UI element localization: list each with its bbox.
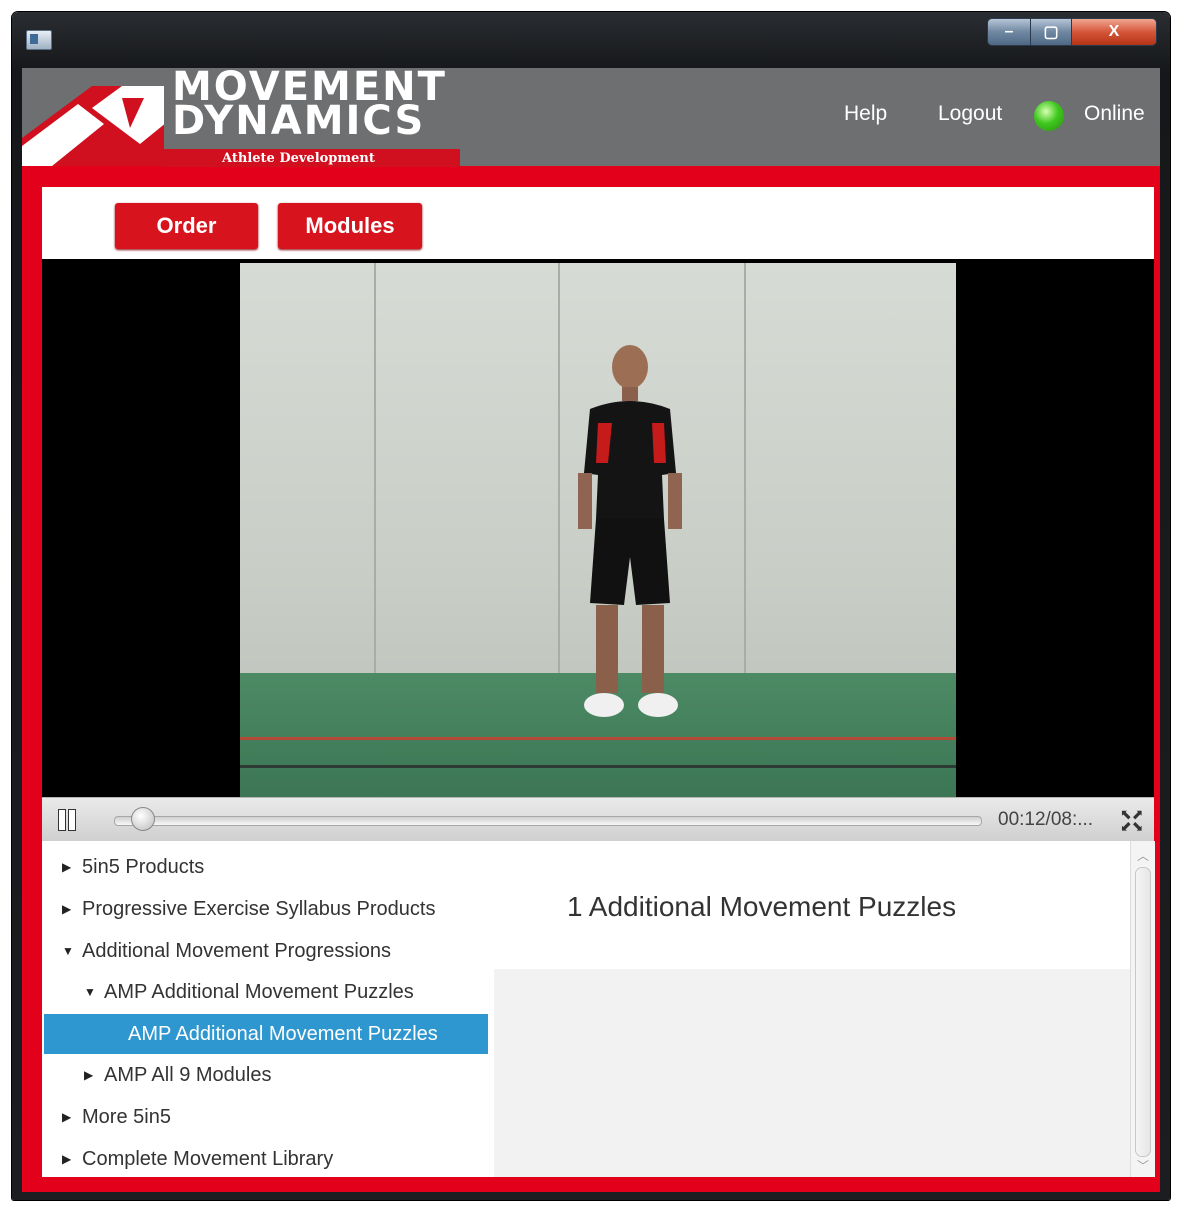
logout-link[interactable]: Logout: [938, 102, 1002, 126]
expand-arrow-icon[interactable]: ▶: [62, 902, 82, 916]
tree-item-5in5-products[interactable]: ▶ 5in5 Products: [62, 847, 204, 887]
maximize-icon: ▢: [1043, 24, 1059, 41]
tree-item-more-5in5[interactable]: ▶ More 5in5: [62, 1097, 171, 1137]
collapse-arrow-icon[interactable]: ▼: [62, 944, 82, 958]
help-link[interactable]: Help: [844, 102, 887, 126]
detail-body: [494, 969, 1130, 1177]
minimize-icon: –: [1004, 23, 1014, 40]
vertical-scrollbar[interactable]: ︿ ﹀: [1130, 841, 1155, 1177]
tree-item-amp-additional-movement-puzzles-selected[interactable]: AMP Additional Movement Puzzles: [44, 1014, 488, 1054]
app-header: MOVEMENT DYNAMICS Athlete Development He…: [22, 64, 1160, 167]
wall-panel-line: [374, 263, 376, 673]
module-tree: ▶ 5in5 Products ▶ Progressive Exercise S…: [42, 841, 494, 1177]
collapse-arrow-icon[interactable]: ▼: [84, 985, 104, 999]
tree-item-amp-additional-movement-puzzles-folder[interactable]: ▼ AMP Additional Movement Puzzles: [84, 972, 414, 1012]
seek-bar[interactable]: [114, 816, 982, 826]
tree-item-amp-all-9-modules[interactable]: ▶ AMP All 9 Modules: [84, 1055, 272, 1095]
scroll-down-icon[interactable]: ﹀: [1131, 1157, 1155, 1174]
online-status-label: Online: [1084, 102, 1145, 125]
order-button[interactable]: Order: [115, 203, 258, 249]
scrollbar-thumb[interactable]: [1135, 867, 1151, 1157]
expand-arrow-icon[interactable]: ▶: [62, 1110, 82, 1124]
pause-button[interactable]: [58, 809, 78, 831]
close-button[interactable]: X: [1071, 18, 1157, 46]
floor-line: [240, 765, 956, 768]
title-bar[interactable]: – ▢ X: [12, 12, 1170, 68]
app-icon: [26, 30, 52, 50]
expand-arrow-icon[interactable]: ▶: [62, 860, 82, 874]
expand-arrow-icon[interactable]: ▶: [84, 1068, 104, 1082]
app-window: – ▢ X MOVEMENT DYNAMICS Athlete Developm…: [12, 12, 1170, 1200]
main-content: Order Modules 00:12/08:... ⬉⬈ ⬋⬊ ▶ 5in5 …: [42, 187, 1155, 1177]
player-controls: 00:12/08:... ⬉⬈ ⬋⬊: [42, 797, 1154, 842]
expand-arrow-icon[interactable]: ▶: [62, 1152, 82, 1166]
logo-tagline: Athlete Development: [222, 151, 375, 166]
seek-handle[interactable]: [131, 807, 156, 831]
logo-text-dynamics: DYNAMICS: [172, 98, 426, 144]
time-readout: 00:12/08:...: [998, 809, 1094, 830]
fullscreen-icon[interactable]: ⬉⬈ ⬋⬊: [1120, 807, 1148, 834]
detail-header: 1 Additional Movement Puzzles: [494, 841, 1130, 969]
logo-mark-icon: [22, 86, 172, 166]
modules-button[interactable]: Modules: [278, 203, 422, 249]
wall-panel-line: [744, 263, 746, 673]
client-area: MOVEMENT DYNAMICS Athlete Development He…: [22, 64, 1160, 1192]
pause-icon: [68, 809, 76, 831]
detail-panel: 1 Additional Movement Puzzles: [494, 841, 1130, 1177]
tree-item-progressive-exercise-syllabus-products[interactable]: ▶ Progressive Exercise Syllabus Products: [62, 889, 435, 929]
video-frame[interactable]: [240, 263, 956, 797]
video-player[interactable]: [42, 259, 1154, 797]
detail-title: 1 Additional Movement Puzzles: [567, 891, 957, 922]
online-status-icon: [1034, 101, 1064, 131]
minimize-button[interactable]: –: [987, 18, 1031, 46]
athlete-figure: [578, 345, 682, 717]
maximize-button[interactable]: ▢: [1030, 18, 1072, 46]
close-icon: X: [1108, 23, 1120, 40]
tree-item-additional-movement-progressions[interactable]: ▼ Additional Movement Progressions: [62, 931, 391, 971]
scroll-up-icon[interactable]: ︿: [1131, 847, 1155, 864]
tree-item-complete-movement-library[interactable]: ▶ Complete Movement Library: [62, 1139, 333, 1179]
pause-icon: [58, 809, 66, 831]
toolbar: Order Modules: [42, 187, 1154, 259]
